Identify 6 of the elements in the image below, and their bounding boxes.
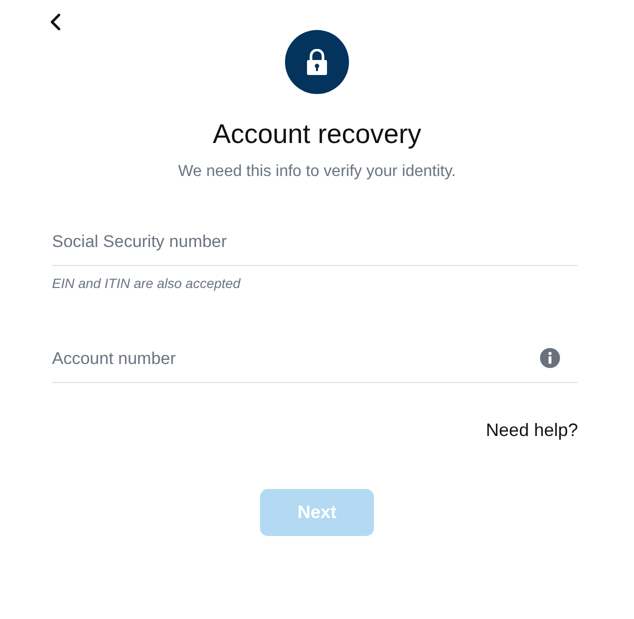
page-title: Account recovery <box>212 118 422 150</box>
info-icon[interactable] <box>540 348 560 368</box>
input-field[interactable]: Social Security number <box>52 221 578 266</box>
hint-text: EIN and ITIN are also accepted <box>52 274 242 293</box>
help-link[interactable]: Need help? <box>486 416 578 444</box>
subtitle: We need this info to verify your identity. <box>178 162 456 182</box>
